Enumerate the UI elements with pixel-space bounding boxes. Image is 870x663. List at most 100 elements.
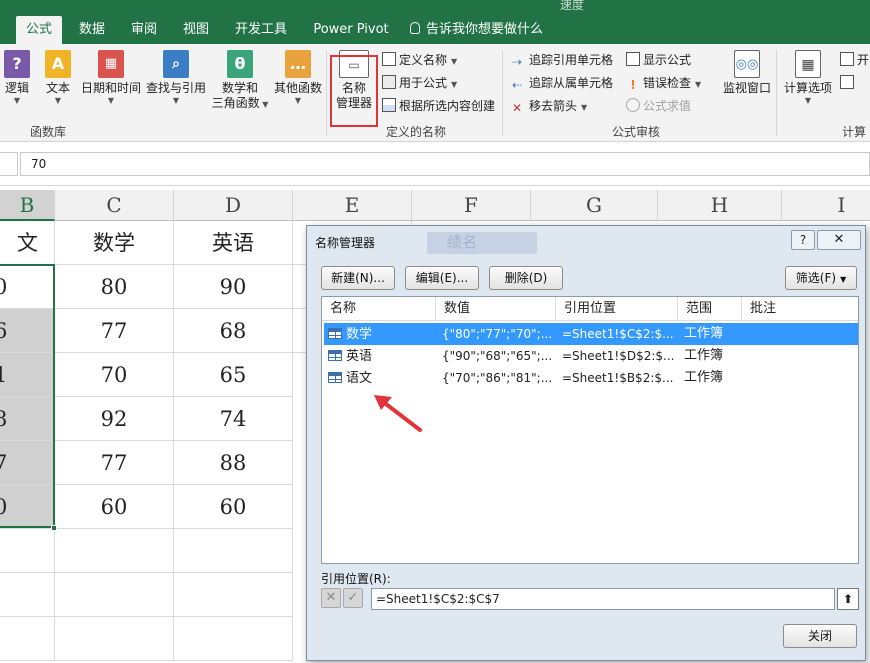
- chevron-down-icon: ▼: [451, 80, 458, 89]
- cell-c[interactable]: 60: [55, 485, 174, 529]
- cell-header-math[interactable]: 数学: [55, 221, 174, 265]
- math-trig-button[interactable]: θ 数学和 三角函数 ▼: [210, 50, 270, 112]
- filter-button[interactable]: 筛选(F) ▼: [785, 266, 857, 290]
- tab-power-pivot[interactable]: Power Pivot: [308, 16, 394, 44]
- column-header-i[interactable]: I: [782, 190, 870, 221]
- create-from-selection-button[interactable]: 根据所选内容创建: [382, 96, 495, 116]
- chevron-down-icon: ▼: [804, 96, 812, 105]
- collapse-dialog-icon[interactable]: ⬆: [837, 588, 859, 610]
- column-header-c[interactable]: C: [55, 190, 174, 221]
- use-in-formula-button[interactable]: 用于公式 ▼: [382, 73, 457, 93]
- formula-input[interactable]: 70: [20, 152, 870, 176]
- cell-c[interactable]: 92: [55, 397, 174, 441]
- chevron-down-icon: ▼: [581, 103, 588, 112]
- tab-data[interactable]: 数据: [72, 16, 112, 44]
- new-name-button[interactable]: 新建(N)...: [321, 266, 395, 290]
- dialog-close-button[interactable]: ✕: [817, 230, 861, 250]
- calculate-now-button[interactable]: 开: [840, 50, 869, 70]
- cell-c[interactable]: 80: [55, 265, 174, 309]
- trace-dependents-icon: ⇠: [512, 78, 523, 92]
- value-cell: {"70";"86";"81";...: [442, 371, 552, 385]
- cell-d[interactable]: 74: [174, 397, 293, 441]
- calculate-sheet-button[interactable]: [840, 73, 857, 93]
- cell[interactable]: [0, 529, 55, 573]
- cell[interactable]: [174, 573, 293, 617]
- refers-to-input[interactable]: =Sheet1!$C$2:$C$7: [371, 588, 835, 610]
- value-cell: {"90";"68";"65";...: [442, 349, 552, 363]
- help-button[interactable]: ?: [791, 230, 815, 250]
- cancel-edit-icon[interactable]: ✕: [321, 588, 341, 608]
- tab-developer[interactable]: 开发工具: [228, 16, 294, 44]
- cell-header-english[interactable]: 英语: [174, 221, 293, 265]
- define-name-label: 定义名称: [399, 53, 448, 67]
- calendar-icon: ▦: [98, 50, 124, 78]
- calculation-options-button[interactable]: ▦ 计算选项 ▼: [782, 50, 834, 105]
- delete-name-button[interactable]: 删除(D): [489, 266, 563, 290]
- column-header-name[interactable]: 名称: [322, 297, 436, 321]
- text-functions-button[interactable]: A 文本 ▼: [44, 50, 72, 105]
- cell-d[interactable]: 68: [174, 309, 293, 353]
- cell[interactable]: [0, 617, 55, 661]
- trace-dependents-button[interactable]: ⇠ 追踪从属单元格: [512, 73, 613, 93]
- lookup-reference-button[interactable]: ⌕ 查找与引用 ▼: [145, 50, 207, 105]
- cell-header-chinese[interactable]: 文: [0, 221, 55, 265]
- column-header-value[interactable]: 数值: [436, 297, 556, 321]
- cell[interactable]: [55, 617, 174, 661]
- column-header-d[interactable]: D: [174, 190, 293, 221]
- cell[interactable]: [55, 573, 174, 617]
- tell-me-search[interactable]: 告诉我你想要做什么: [410, 16, 543, 44]
- cell-c[interactable]: 77: [55, 441, 174, 485]
- tab-formulas[interactable]: 公式: [16, 16, 62, 44]
- show-formulas-button[interactable]: 显示公式: [626, 50, 691, 70]
- column-header-e[interactable]: E: [293, 190, 412, 221]
- cell-c[interactable]: 70: [55, 353, 174, 397]
- column-header-scope[interactable]: 范围: [678, 297, 742, 321]
- group-separator: [502, 50, 503, 136]
- name-row[interactable]: 英语 {"90";"68";"65";... =Sheet1!$D$2:$...…: [324, 345, 858, 367]
- error-checking-button[interactable]: ! 错误检查 ▼: [626, 73, 701, 93]
- text-label: 文本: [45, 81, 70, 95]
- confirm-edit-icon[interactable]: ✓: [343, 588, 363, 608]
- define-name-button[interactable]: 定义名称 ▼: [382, 50, 457, 70]
- logical-functions-button[interactable]: ? 逻辑 ▼: [2, 50, 32, 105]
- name-box[interactable]: [0, 152, 18, 176]
- column-header-g[interactable]: G: [531, 190, 658, 221]
- column-header-comment[interactable]: 批注: [742, 297, 858, 321]
- cell[interactable]: [174, 529, 293, 573]
- cell[interactable]: [174, 617, 293, 661]
- evaluate-formula-button[interactable]: 公式求值: [626, 96, 691, 116]
- cell[interactable]: [55, 529, 174, 573]
- ribbon-tab-bar: 速度 公式 数据 审阅 视图 开发工具 Power Pivot 告诉我你想要做什…: [0, 0, 870, 44]
- name-row[interactable]: 数学 {"80";"77";"70";... =Sheet1!$C$2:$...…: [324, 323, 858, 345]
- name-row[interactable]: 语文 {"70";"86";"81";... =Sheet1!$B$2:$...…: [324, 367, 858, 389]
- cell-c[interactable]: 77: [55, 309, 174, 353]
- fill-handle[interactable]: [51, 525, 57, 531]
- value-cell: {"80";"77";"70";...: [442, 327, 552, 341]
- column-header-h[interactable]: H: [658, 190, 782, 221]
- column-header-f[interactable]: F: [412, 190, 531, 221]
- cell-d[interactable]: 65: [174, 353, 293, 397]
- lightbulb-icon: [410, 22, 420, 34]
- tab-review[interactable]: 审阅: [124, 16, 164, 44]
- more-functions-button[interactable]: … 其他函数 ▼: [272, 50, 324, 105]
- name-cell: 语文: [328, 367, 372, 390]
- date-time-functions-button[interactable]: ▦ 日期和时间 ▼: [80, 50, 142, 105]
- formula-tag-icon: [382, 75, 396, 89]
- cell-d[interactable]: 60: [174, 485, 293, 529]
- cell-d[interactable]: 90: [174, 265, 293, 309]
- chevron-down-icon: ▼: [294, 96, 302, 105]
- watch-window-button[interactable]: ◎◎ 监视窗口: [722, 50, 772, 96]
- column-header-refers-to[interactable]: 引用位置: [556, 297, 678, 321]
- edit-name-button[interactable]: 编辑(E)...: [405, 266, 479, 290]
- column-header-b[interactable]: B: [0, 190, 55, 221]
- close-button[interactable]: 关闭: [783, 624, 857, 648]
- tab-view[interactable]: 视图: [176, 16, 216, 44]
- table-icon: [328, 350, 342, 361]
- cell[interactable]: [0, 573, 55, 617]
- cell-d[interactable]: 88: [174, 441, 293, 485]
- logical-label: 逻辑: [4, 81, 29, 95]
- chevron-down-icon: ▼: [840, 275, 847, 284]
- show-formulas-label: 显示公式: [643, 53, 692, 67]
- remove-arrows-button[interactable]: ✕ 移去箭头 ▼: [512, 96, 587, 116]
- trace-precedents-button[interactable]: ⇢ 追踪引用单元格: [512, 50, 613, 70]
